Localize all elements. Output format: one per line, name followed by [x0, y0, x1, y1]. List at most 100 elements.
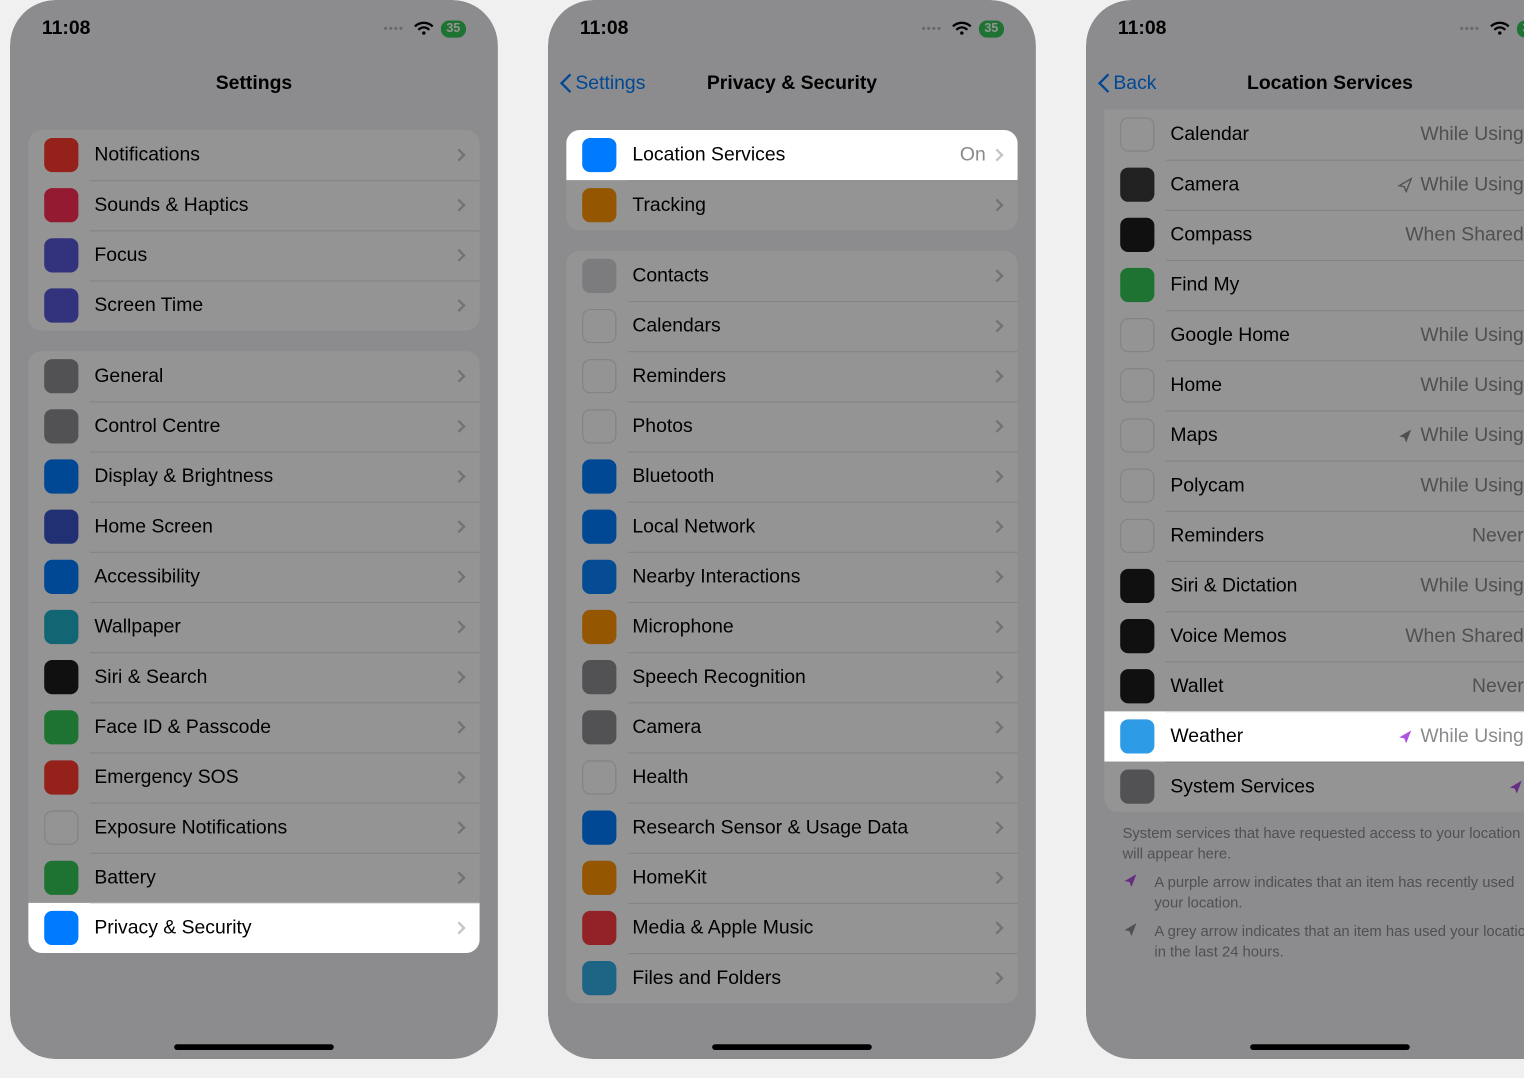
row-detail: While Using — [1420, 424, 1523, 447]
row-detail: On — [960, 144, 986, 167]
settings-row-camera[interactable]: Camera — [566, 702, 1017, 752]
settings-row-calendar[interactable]: Calendar While Using — [1104, 109, 1524, 159]
nav-bar: Back Location Services — [1086, 57, 1524, 109]
settings-row-homekit[interactable]: HomeKit — [566, 853, 1017, 903]
settings-row-notifications[interactable]: Notifications — [28, 130, 479, 180]
app-icon — [1120, 770, 1154, 804]
settings-row-local-network[interactable]: Local Network — [566, 502, 1017, 552]
settings-row-speech-recognition[interactable]: Speech Recognition — [566, 652, 1017, 702]
settings-row-weather[interactable]: Weather While Using — [1104, 711, 1524, 761]
settings-row-sounds-haptics[interactable]: Sounds & Haptics — [28, 180, 479, 230]
settings-row-wallet[interactable]: Wallet Never — [1104, 661, 1524, 711]
settings-row-nearby-interactions[interactable]: Nearby Interactions — [566, 552, 1017, 602]
settings-row-research-sensor-usage-data[interactable]: Research Sensor & Usage Data — [566, 803, 1017, 853]
settings-row-location-services[interactable]: Location Services On — [566, 130, 1017, 180]
settings-row-calendars[interactable]: Calendars — [566, 301, 1017, 351]
settings-row-contacts[interactable]: Contacts — [566, 251, 1017, 301]
home-indicator[interactable] — [712, 1044, 872, 1050]
app-icon — [44, 238, 78, 272]
settings-row-camera[interactable]: Camera While Using — [1104, 160, 1524, 210]
settings-row-battery[interactable]: Battery — [28, 853, 479, 903]
chevron-right-icon — [453, 821, 466, 834]
battery-level: 35 — [441, 20, 466, 37]
settings-row-siri-search[interactable]: Siri & Search — [28, 652, 479, 702]
row-label: Nearby Interactions — [632, 565, 992, 588]
settings-row-control-centre[interactable]: Control Centre — [28, 401, 479, 451]
settings-row-media-apple-music[interactable]: Media & Apple Music — [566, 903, 1017, 953]
app-icon — [582, 961, 616, 995]
settings-row-files-and-folders[interactable]: Files and Folders — [566, 953, 1017, 1003]
settings-row-home[interactable]: Home While Using — [1104, 360, 1524, 410]
row-label: Media & Apple Music — [632, 917, 992, 940]
settings-row-display-brightness[interactable]: Display & Brightness — [28, 451, 479, 501]
settings-row-bluetooth[interactable]: Bluetooth — [566, 451, 1017, 501]
row-label: Notifications — [94, 144, 454, 167]
chevron-right-icon — [991, 721, 1004, 734]
chevron-right-icon — [453, 420, 466, 433]
row-detail: While Using — [1420, 324, 1523, 347]
settings-row-siri-dictation[interactable]: Siri & Dictation While Using — [1104, 561, 1524, 611]
row-label: Camera — [632, 716, 992, 739]
chevron-right-icon — [453, 871, 466, 884]
settings-row-screen-time[interactable]: Screen Time — [28, 280, 479, 330]
chevron-right-icon — [453, 671, 466, 684]
settings-row-exposure-notifications[interactable]: Exposure Notifications — [28, 803, 479, 853]
location-arrow-icon — [1508, 779, 1524, 795]
app-icon — [44, 288, 78, 322]
back-button[interactable]: Back — [1097, 72, 1156, 95]
settings-row-privacy-security[interactable]: Privacy & Security — [28, 903, 479, 953]
row-label: Weather — [1170, 725, 1397, 748]
row-label: Research Sensor & Usage Data — [632, 816, 992, 839]
settings-row-wallpaper[interactable]: Wallpaper — [28, 602, 479, 652]
back-button[interactable]: Settings — [559, 72, 645, 95]
settings-row-emergency-sos[interactable]: Emergency SOS — [28, 752, 479, 802]
settings-row-focus[interactable]: Focus — [28, 230, 479, 280]
settings-row-system-services[interactable]: System Services — [1104, 762, 1524, 812]
row-label: Contacts — [632, 264, 992, 287]
chevron-right-icon — [991, 821, 1004, 834]
row-label: Battery — [94, 866, 454, 889]
settings-row-polycam[interactable]: Polycam While Using — [1104, 461, 1524, 511]
chevron-right-icon — [991, 149, 1004, 162]
row-label: Emergency SOS — [94, 766, 454, 789]
row-detail: While Using — [1420, 474, 1523, 497]
settings-row-reminders[interactable]: Reminders Never — [1104, 511, 1524, 561]
location-arrow-icon — [1122, 872, 1138, 888]
settings-row-general[interactable]: General — [28, 351, 479, 401]
settings-row-face-id-passcode[interactable]: Face ID & Passcode — [28, 702, 479, 752]
settings-row-voice-memos[interactable]: Voice Memos When Shared — [1104, 611, 1524, 661]
status-bar: 11:08 •••• 35 — [10, 0, 498, 57]
location-arrow-icon — [1122, 921, 1138, 937]
status-time: 11:08 — [1118, 17, 1167, 40]
settings-row-compass[interactable]: Compass When Shared — [1104, 210, 1524, 260]
settings-row-maps[interactable]: Maps While Using — [1104, 410, 1524, 460]
app-icon — [582, 138, 616, 172]
settings-row-reminders[interactable]: Reminders — [566, 351, 1017, 401]
chevron-right-icon — [991, 470, 1004, 483]
settings-row-home-screen[interactable]: Home Screen — [28, 502, 479, 552]
settings-row-photos[interactable]: Photos — [566, 401, 1017, 451]
page-title: Settings — [216, 72, 292, 95]
settings-row-accessibility[interactable]: Accessibility — [28, 552, 479, 602]
settings-row-google-home[interactable]: Google Home While Using — [1104, 310, 1524, 360]
row-detail: Never — [1472, 524, 1524, 547]
chevron-right-icon — [453, 570, 466, 583]
chevron-right-icon — [991, 199, 1004, 212]
row-label: Photos — [632, 415, 992, 438]
app-icon — [44, 188, 78, 222]
screen-location-services: 11:08 •••• 35 Back Location Services Cal… — [1086, 0, 1524, 1059]
app-icon — [582, 660, 616, 694]
app-icon — [1120, 669, 1154, 703]
app-icon — [582, 911, 616, 945]
settings-row-microphone[interactable]: Microphone — [566, 602, 1017, 652]
home-indicator[interactable] — [1250, 1044, 1410, 1050]
row-label: Reminders — [632, 365, 992, 388]
app-icon — [44, 811, 78, 845]
settings-row-health[interactable]: Health — [566, 752, 1017, 802]
app-icon — [582, 710, 616, 744]
nav-bar: Settings — [10, 57, 498, 109]
home-indicator[interactable] — [174, 1044, 334, 1050]
row-label: Wallpaper — [94, 616, 454, 639]
settings-row-tracking[interactable]: Tracking — [566, 180, 1017, 230]
settings-row-find-my[interactable]: Find My — [1104, 260, 1524, 310]
